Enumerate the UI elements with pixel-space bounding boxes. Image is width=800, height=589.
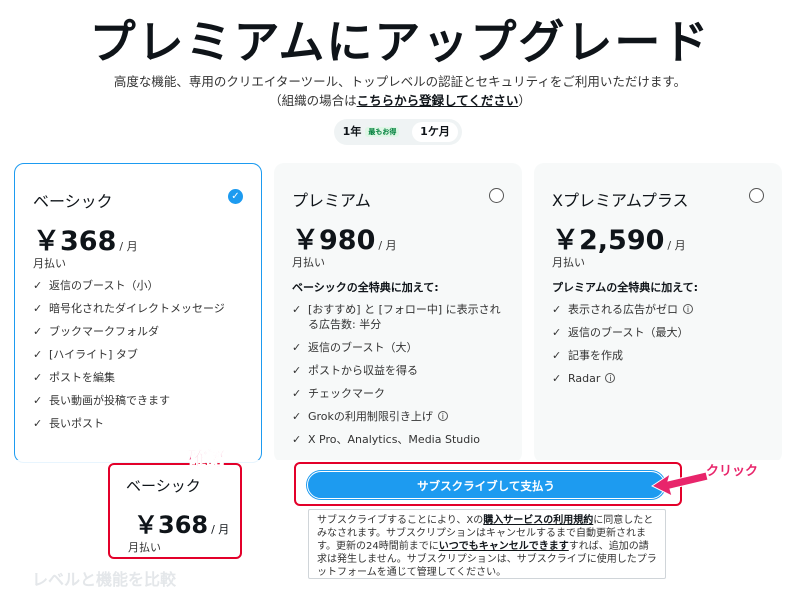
org-note: （組織の場合はこちらから登録してください） <box>0 90 800 109</box>
feature-item: X Pro、Analytics、Media Studio <box>292 432 507 447</box>
plan-card-premium[interactable]: プレミアム ￥980/ 月 月払い ベーシックの全特典に加えて: [おすすめ] … <box>274 163 522 463</box>
feature-item: [おすすめ] と [フォロー中] に表示される広告数: 半分 <box>292 302 507 332</box>
org-register-link[interactable]: こちらから登録してください <box>357 93 519 108</box>
summary-price: ￥368/ 月 <box>134 505 229 540</box>
plan-billing: 月払い <box>552 256 585 269</box>
plan-features-heading: プレミアムの全特典に加えて: <box>552 281 699 294</box>
plan-features-heading: ベーシックの全特典に加えて: <box>292 281 439 294</box>
plan-billing: 月払い <box>292 256 325 269</box>
plan-feature-list: 返信のブースト（小） 暗号化されたダイレクトメッセージ ブックマークフォルダ [… <box>33 278 248 439</box>
plan-name: Xプレミアムプラス <box>552 191 689 210</box>
info-icon[interactable]: i <box>683 304 693 314</box>
annotation-arrow-icon <box>651 471 709 497</box>
plan-price-unit: / 月 <box>378 239 397 252</box>
plan-price-unit: / 月 <box>667 239 686 252</box>
plan-billing: 月払い <box>33 257 66 270</box>
summary-billing: 月払い <box>128 541 161 554</box>
feature-item: 返信のブースト（最大） <box>552 325 767 340</box>
compare-heading: レベルと機能を比較 <box>32 570 177 589</box>
feature-item: ポストを編集 <box>33 370 248 385</box>
feature-text: 表示される広告がゼロ <box>568 303 678 316</box>
plan-feature-list: 表示される広告がゼロi 返信のブースト（最大） 記事を作成 Radari <box>552 302 767 394</box>
feature-item: [ハイライト] タブ <box>33 347 248 362</box>
org-note-suffix: ） <box>518 93 531 108</box>
feature-text: Grokの利用制限引き上げ <box>308 410 433 423</box>
cancel-anytime-link[interactable]: いつでもキャンセルできます <box>439 541 569 552</box>
summary-plan-name: ベーシック <box>126 477 201 495</box>
feature-item: Grokの利用制限引き上げ i <box>292 409 507 424</box>
info-icon[interactable]: i <box>605 373 616 383</box>
summary-price-value: ￥368 <box>134 511 209 539</box>
plan-card-premium-plus[interactable]: Xプレミアムプラス ￥2,590/ 月 月払い プレミアムの全特典に加えて: 表… <box>534 163 782 463</box>
feature-item: チェックマーク <box>292 386 507 401</box>
selected-check-icon[interactable]: ✓ <box>228 189 243 204</box>
billing-monthly-option[interactable]: 1ケ月 <box>412 122 458 142</box>
feature-item: 記事を作成 <box>552 348 767 363</box>
feature-item: ブックマークフォルダ <box>33 324 248 339</box>
feature-item: 長いポスト <box>33 416 248 431</box>
terms-of-purchase-link[interactable]: 購入サービスの利用規約 <box>483 515 593 526</box>
annotation-click-label: クリック <box>706 464 759 479</box>
plan-feature-list: [おすすめ] と [フォロー中] に表示される広告数: 半分 返信のブースト（大… <box>292 302 507 455</box>
annotation-confirm-label: 確認 <box>188 449 225 471</box>
feature-item: 返信のブースト（小） <box>33 278 248 293</box>
plan-radio[interactable] <box>489 188 504 203</box>
page-title: プレミアムにアップグレード <box>89 15 711 69</box>
plan-price-value: ￥368 <box>33 226 117 257</box>
plan-name: プレミアム <box>292 191 371 210</box>
billing-period-toggle: 1年 最もお得 1ケ月 <box>334 119 462 145</box>
plan-radio[interactable] <box>749 188 764 203</box>
feature-item: 返信のブースト（大） <box>292 340 507 355</box>
plan-price: ￥980/ 月 <box>292 218 397 257</box>
feature-item: ポストから収益を得る <box>292 363 507 378</box>
plan-price-unit: / 月 <box>119 240 138 253</box>
plan-price: ￥368/ 月 <box>33 219 138 258</box>
plan-price: ￥2,590/ 月 <box>552 218 686 257</box>
selected-plan-summary: ベーシック ￥368/ 月 月払い <box>108 463 242 559</box>
billing-yearly-option[interactable]: 1年 最もお得 <box>338 122 404 142</box>
best-value-badge: 最もお得 <box>365 127 400 137</box>
yearly-label: 1年 <box>342 125 362 138</box>
feature-item: 長い動画が投稿できます <box>33 393 248 408</box>
summary-price-unit: / 月 <box>211 523 230 536</box>
feature-item: 表示される広告がゼロ i <box>552 302 767 317</box>
page-subtitle: 高度な機能、専用のクリエイターツール、トップレベルの認証とセキュリティをご利用い… <box>113 74 687 89</box>
feature-item: Radari <box>552 371 767 386</box>
terms-text: サブスクライブすることにより、Xの <box>317 515 484 526</box>
feature-item: 暗号化されたダイレクトメッセージ <box>33 301 248 316</box>
terms-notice: サブスクライブすることにより、Xの購入サービスの利用規約に同意したとみなされます… <box>308 509 666 579</box>
plan-price-value: ￥2,590 <box>552 225 665 256</box>
feature-text: Radar <box>568 372 601 385</box>
plan-name: ベーシック <box>33 192 113 211</box>
plan-price-value: ￥980 <box>292 225 376 256</box>
subscribe-button[interactable]: サブスクライブして支払う <box>307 471 665 499</box>
plan-card-basic[interactable]: ベーシック ✓ ￥368/ 月 月払い 返信のブースト（小） 暗号化されたダイレ… <box>14 163 262 463</box>
info-icon[interactable]: i <box>437 411 448 421</box>
org-note-prefix: （組織の場合は <box>269 93 357 108</box>
